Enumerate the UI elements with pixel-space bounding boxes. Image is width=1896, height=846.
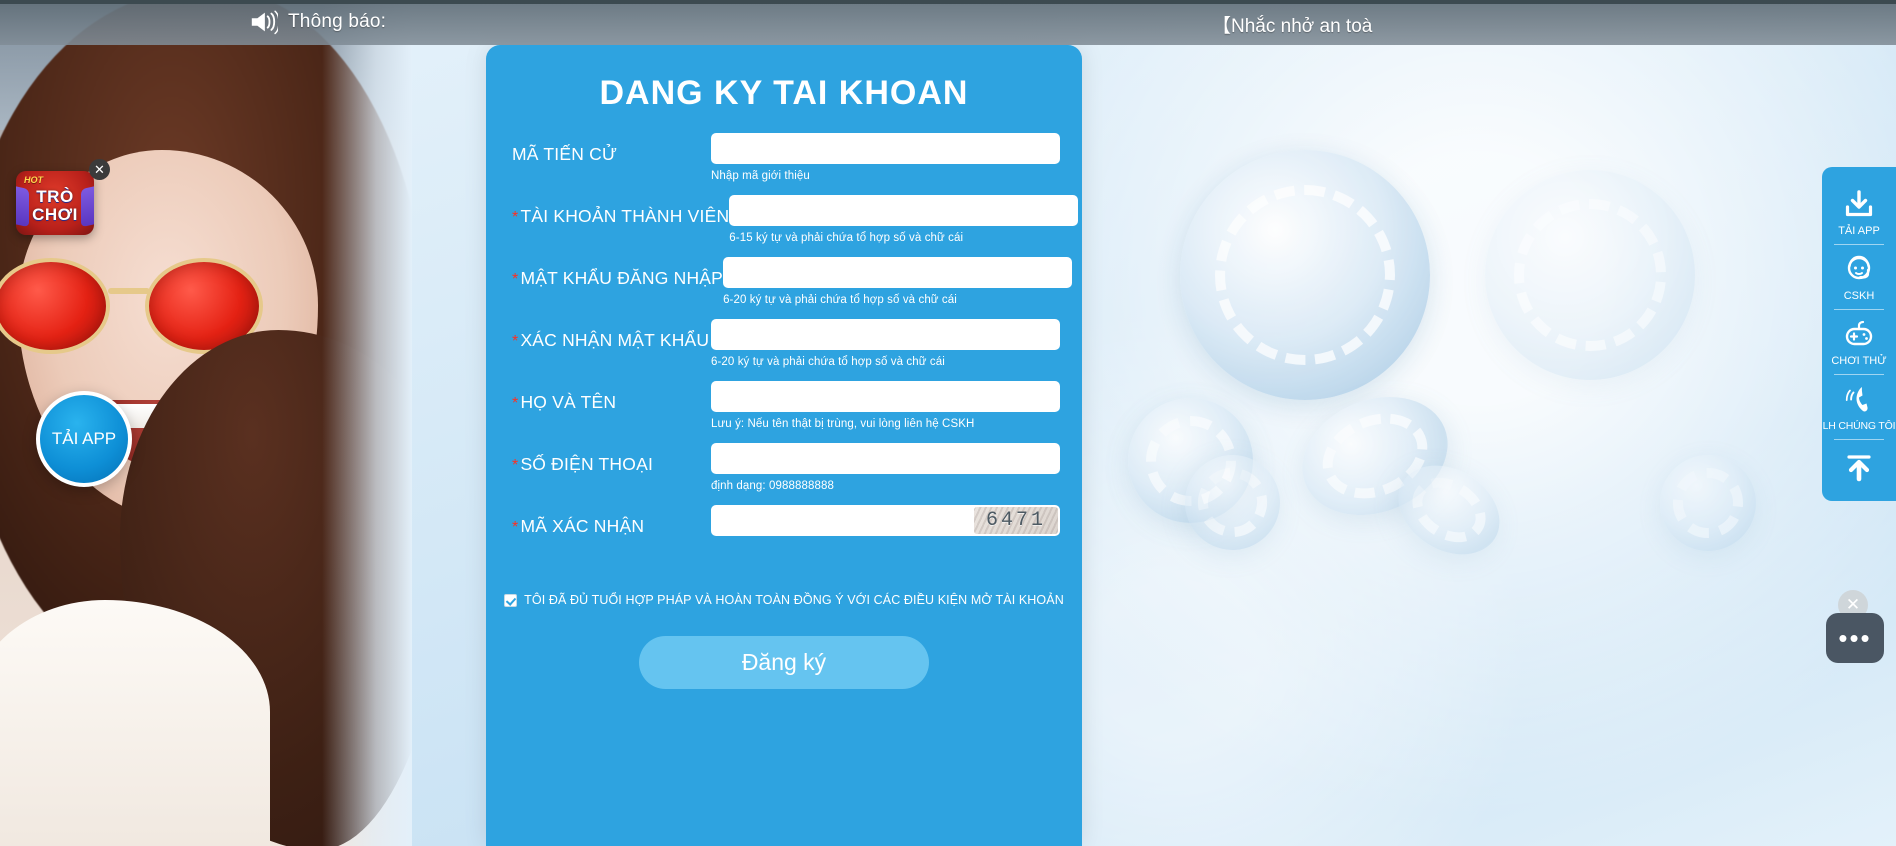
scroll-to-top-icon	[1842, 451, 1876, 483]
field-label-confirm-password: * XÁC NHẬN MẬT KHẨU	[512, 319, 711, 351]
input-wrapper-login-password	[723, 257, 1073, 288]
hero-edge-fade	[322, 0, 412, 846]
rail-label: TẢI APP	[1838, 225, 1880, 237]
announcement-left-group: Thông báo:	[248, 8, 386, 36]
field-column-member-account: 6-15 ký tự và phải chứa tổ hợp số và chữ…	[729, 195, 1079, 244]
field-hint-referral-code: Nhập mã giới thiệu	[711, 170, 810, 182]
decorative-casino-chip	[1485, 170, 1695, 380]
promo-float-trochoi[interactable]: HOT TRÒ CHƠI ✕	[16, 159, 110, 237]
input-wrapper-member-account	[729, 195, 1079, 226]
rail-label: CHƠI THỬ	[1831, 355, 1887, 367]
form-row-member-account: * TÀI KHOẢN THÀNH VIÊN 6-15 ký tự và phải …	[512, 195, 1079, 257]
field-label-captcha-code: * MÃ XÁC NHẬN	[512, 505, 711, 537]
field-label-text: XÁC NHẬN MẬT KHẨU	[520, 330, 710, 350]
field-label-login-password: * MẬT KHẨU ĐĂNG NHẬP	[512, 257, 723, 289]
input-phone-number[interactable]	[711, 443, 1060, 474]
hero-glasses-bridge	[108, 288, 150, 294]
promo-line1: TRÒ	[36, 187, 74, 206]
input-wrapper-phone-number	[711, 443, 1060, 474]
field-label-text: MÃ TIẾN CỬ	[512, 144, 618, 164]
field-column-full-name: Lưu ý: Nếu tên thật bị trùng, vui lòng l…	[711, 381, 1060, 430]
rail-item-cskh[interactable]: CSKH	[1822, 244, 1896, 309]
captcha-image[interactable]: 6471	[974, 507, 1058, 534]
field-label-phone-number: * SỐ ĐIỆN THOẠI	[512, 443, 711, 475]
rail-label: LH CHÚNG TÔI	[1822, 420, 1896, 432]
page-title: DANG KY TAI KHOAN	[599, 74, 969, 112]
field-column-phone-number: định dạng: 0988888888	[711, 443, 1060, 492]
announcement-marquee-text: 【Nhắc nhở an toà	[1212, 16, 1373, 37]
input-member-account[interactable]	[729, 195, 1079, 226]
rail-item-tai-app[interactable]: TẢI APP	[1822, 179, 1896, 244]
submit-row: Đăng ký	[486, 636, 1082, 689]
form-row-captcha-code: * MÃ XÁC NHẬN 6471	[512, 505, 1060, 567]
input-wrapper-full-name	[711, 381, 1060, 412]
page-root: Thông báo: 【Nhắc nhở an toà HOT TRÒ CHƠI…	[0, 0, 1896, 846]
input-wrapper-captcha-code: 6471	[711, 505, 1060, 536]
announcement-label: Thông báo:	[288, 11, 387, 32]
form-row-full-name: * HỌ VÀ TÊN Lưu ý: Nếu tên thật bị trùng, …	[512, 381, 1060, 443]
field-label-text: HỌ VÀ TÊN	[520, 392, 617, 412]
promo-badge[interactable]: HOT TRÒ CHƠI	[16, 171, 94, 235]
required-marker: *	[512, 333, 519, 350]
field-label-member-account: * TÀI KHOẢN THÀNH VIÊN	[512, 195, 729, 227]
field-column-referral-code: Nhập mã giới thiệu	[711, 133, 1060, 182]
rail-item-choi-thu[interactable]: CHƠI THỬ	[1822, 309, 1896, 374]
input-wrapper-confirm-password	[711, 319, 1060, 350]
required-marker: *	[512, 209, 519, 226]
phone-ring-icon	[1842, 383, 1876, 415]
close-icon[interactable]: ✕	[89, 159, 110, 180]
input-wrapper-referral-code	[711, 133, 1060, 164]
required-marker: *	[512, 519, 519, 536]
field-column-login-password: 6-20 ký tự và phải chứa tổ hợp số và chữ…	[723, 257, 1073, 306]
topbar-top-edge	[0, 0, 1896, 4]
field-hint-confirm-password: 6-20 ký tự và phải chứa tổ hợp số và chữ…	[711, 356, 945, 368]
scroll-to-top-button[interactable]	[1822, 439, 1896, 491]
field-column-confirm-password: 6-20 ký tự và phải chứa tổ hợp số và chữ…	[711, 319, 1060, 368]
field-label-text: MÃ XÁC NHẬN	[520, 516, 645, 536]
field-label-referral-code: MÃ TIẾN CỬ	[512, 133, 711, 165]
field-label-text: TÀI KHOẢN THÀNH VIÊN	[520, 206, 730, 226]
form-row-referral-code: MÃ TIẾN CỬ Nhập mã giới thiệu	[512, 133, 1060, 195]
agree-checkbox[interactable]	[504, 593, 518, 607]
required-marker: *	[512, 271, 519, 288]
hero-lens-left	[0, 258, 110, 354]
tai-app-floating-button[interactable]: TẢI APP	[36, 391, 132, 487]
headset-support-icon	[1842, 253, 1876, 285]
form-row-confirm-password: * XÁC NHẬN MẬT KHẨU 6-20 ký tự và phải chứ…	[512, 319, 1060, 381]
field-label-text: SỐ ĐIỆN THOẠI	[520, 454, 654, 474]
promo-line2: CHƠI	[32, 205, 78, 224]
agree-label: TÔI ĐÃ ĐỦ TUỔI HỢP PHÁP VÀ HOÀN TOÀN ĐỒN…	[524, 593, 1064, 607]
rail-item-lh-chung-toi[interactable]: LH CHÚNG TÔI	[1822, 374, 1896, 439]
register-submit-button[interactable]: Đăng ký	[639, 636, 929, 689]
field-column-captcha-code: 6471	[711, 505, 1060, 536]
form-row-phone-number: * SỐ ĐIỆN THOẠI định dạng: 0988888888	[512, 443, 1060, 505]
field-hint-phone-number: định dạng: 0988888888	[711, 480, 834, 492]
announcement-bar: Thông báo: 【Nhắc nhở an toà	[0, 0, 1896, 45]
field-label-full-name: * HỌ VÀ TÊN	[512, 381, 711, 413]
input-confirm-password[interactable]	[711, 319, 1060, 350]
input-login-password[interactable]	[723, 257, 1073, 288]
form-row-login-password: * MẬT KHẨU ĐĂNG NHẬP 6-20 ký tự và phải ch…	[512, 257, 1073, 319]
field-hint-full-name: Lưu ý: Nếu tên thật bị trùng, vui lòng l…	[711, 418, 975, 430]
registration-form: MÃ TIẾN CỬ Nhập mã giới thiệu * TÀI KHOẢN T…	[486, 133, 1082, 567]
input-full-name[interactable]	[711, 381, 1060, 412]
promo-hot-label: HOT	[24, 175, 43, 185]
required-marker: *	[512, 395, 519, 412]
field-hint-login-password: 6-20 ký tự và phải chứa tổ hợp số và chữ…	[723, 294, 957, 306]
required-marker: *	[512, 457, 519, 474]
right-side-rail: TẢI APP CSKH CHƠI THỬ LH CHÚNG TÔI	[1822, 167, 1896, 501]
download-icon	[1842, 188, 1876, 220]
decorative-casino-chip	[1180, 150, 1430, 400]
rail-label: CSKH	[1843, 290, 1875, 302]
field-hint-member-account: 6-15 ký tự và phải chứa tổ hợp số và chữ…	[729, 232, 964, 244]
age-agreement-row[interactable]: TÔI ĐÃ ĐỦ TUỔI HỢP PHÁP VÀ HOÀN TOÀN ĐỒN…	[486, 593, 1082, 607]
input-referral-code[interactable]	[711, 133, 1060, 164]
registration-card: DANG KY TAI KHOAN MÃ TIẾN CỬ Nhập mã giới…	[486, 45, 1082, 846]
speaker-icon	[248, 8, 278, 36]
floating-more-button[interactable]: •••	[1826, 613, 1884, 663]
decorative-casino-chip	[1660, 455, 1756, 551]
field-label-text: MẬT KHẨU ĐĂNG NHẬP	[520, 268, 724, 288]
gamepad-icon	[1842, 318, 1876, 350]
